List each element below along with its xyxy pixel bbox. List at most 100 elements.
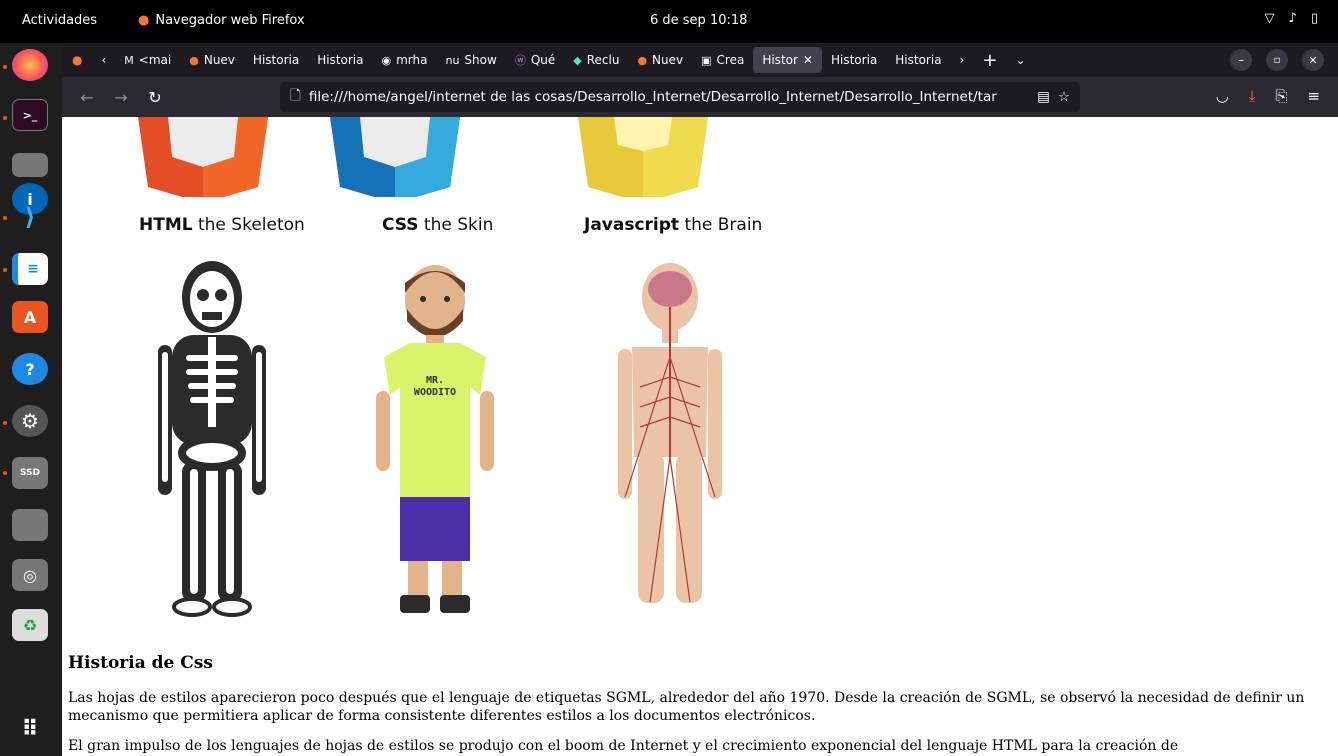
app-name-label: Navegador web Firefox (155, 13, 305, 28)
tab-label: Historia (252, 53, 300, 67)
download-icon[interactable]: ⤓ (1249, 87, 1256, 105)
tab-historia[interactable]: Historia (244, 47, 308, 73)
show-apps-icon[interactable]: ⠿ (12, 713, 48, 745)
firefox-icon: ● (72, 53, 83, 67)
network-icon: ▽ (1264, 11, 1275, 26)
pocket-icon[interactable]: ◡ (1216, 87, 1229, 105)
activities-button[interactable]: Actividades (22, 13, 97, 28)
tab-new[interactable]: ● Nuev (628, 47, 692, 73)
menu-icon[interactable]: ≡ (1307, 87, 1320, 105)
tab-recruit[interactable]: ◆ Reclu (564, 47, 628, 73)
tab-bar: ● ‹ M <mai ● Nuev Historia Historia ◉ mrha … (62, 43, 1338, 77)
reader-view-icon[interactable]: ▤ (1037, 89, 1050, 105)
trash-icon[interactable]: ♻ (12, 609, 48, 641)
clock[interactable]: 6 de sep 10:18 (650, 13, 747, 28)
app-menu[interactable]: ● Navegador web Firefox (138, 13, 305, 28)
chevron-down-icon: ⌄ (1015, 53, 1026, 67)
caption-rest: the Skeleton (192, 215, 305, 235)
tab-scroll-left-button[interactable]: ‹ (92, 47, 115, 73)
tab-historia[interactable]: Historia (886, 47, 950, 73)
minimize-icon[interactable]: – (1230, 49, 1252, 71)
new-tab-button[interactable]: + (973, 47, 1006, 73)
forward-button[interactable]: → (104, 88, 138, 107)
chevron-right-icon: › (959, 53, 965, 67)
system-menu[interactable]: ▽ ♪ ▯ (1265, 11, 1318, 26)
tab-github[interactable]: ◉ mrha (372, 47, 436, 73)
firefox-window: ● ‹ M <mai ● Nuev Historia Historia ◉ mrha … (62, 43, 1338, 756)
tab-label: Show (464, 53, 497, 67)
close-icon[interactable]: ✕ (803, 53, 813, 67)
tab-label: Crea (716, 53, 745, 67)
tab-firefox[interactable]: ● (62, 47, 92, 73)
caption-bold: CSS (382, 215, 419, 235)
nu-icon: nu (445, 53, 460, 67)
tab-label: Nuev (652, 53, 684, 67)
chevron-left-icon: ‹ (101, 53, 107, 67)
html5-logo (138, 117, 268, 197)
reload-button[interactable]: ↻ (138, 88, 172, 107)
tab-new[interactable]: ● Nuev (180, 47, 244, 73)
ssd-drive-icon[interactable]: SSD (12, 457, 48, 489)
nervous-system-illustration (618, 263, 722, 603)
javascript-logo (578, 117, 708, 197)
tab-show[interactable]: nu Show (436, 47, 505, 73)
recruit-icon: ◆ (573, 53, 582, 67)
tab-label: Reclu (586, 53, 620, 67)
tab-active-historia[interactable]: Histor ✕ (753, 47, 822, 73)
bookmark-star-icon[interactable]: ☆ (1058, 89, 1070, 105)
firefox-icon[interactable] (12, 49, 48, 81)
vscode-icon[interactable]: ⟩ (12, 201, 48, 233)
tab-label: Historia (830, 53, 878, 67)
url-bar[interactable]: 🗋 file:///home/angel/internet de las cos… (280, 82, 1080, 112)
running-indicator (3, 216, 7, 220)
extensions-icon[interactable]: ⎘ (1275, 87, 1287, 105)
gmail-icon: M (124, 53, 134, 67)
settings-icon[interactable]: ⚙ (12, 405, 48, 437)
caption-rest: the Skin (418, 215, 494, 235)
tab-que[interactable]: ⓦ Qué (506, 47, 564, 73)
caption-bold: Javascript (584, 215, 680, 235)
url-text[interactable]: file:///home/angel/internet de las cosas… (309, 89, 1029, 105)
firefox-icon: ● (138, 13, 150, 28)
plus-icon: + (982, 49, 998, 71)
paragraph: El gran impulso de los lenguajes de hoja… (68, 738, 1179, 754)
caption-css: CSS the Skin (382, 215, 493, 235)
tab-label: Nuev (203, 53, 235, 67)
page-content: HTML the Skeleton CSS the Skin Javascrip… (62, 117, 1338, 756)
section-title: Historia de Css (68, 653, 213, 673)
tab-historia[interactable]: Historia (308, 47, 372, 73)
terminal-icon[interactable]: >_ (12, 99, 48, 131)
tab-label: Histor (762, 53, 798, 67)
doc-icon: ▣ (701, 53, 712, 67)
file-icon: 🗋 (290, 87, 301, 104)
tab-scroll-right-button[interactable]: › (951, 47, 974, 73)
list-all-tabs-button[interactable]: ⌄ (1006, 47, 1034, 73)
running-indicator (3, 268, 7, 272)
toolbar-right: ◡ ⤓ ⎘ ≡ (1216, 87, 1320, 105)
help-icon[interactable]: ? (12, 353, 48, 385)
tab-label: <mai (138, 53, 172, 67)
tab-label: Historia (317, 53, 364, 67)
optical-drive-icon[interactable]: ◎ (12, 559, 48, 591)
firefox-icon: ● (637, 53, 648, 67)
disk-icon[interactable] (12, 509, 48, 541)
files-icon[interactable] (12, 153, 48, 177)
close-window-icon[interactable]: ✕ (1302, 49, 1324, 71)
running-indicator (3, 116, 7, 120)
back-button[interactable]: ← (70, 88, 104, 107)
navigation-toolbar: ← → ↻ 🗋 file:///home/angel/internet de l… (62, 77, 1338, 117)
caption-bold: HTML (139, 215, 193, 235)
running-indicator (3, 471, 7, 475)
tab-historia[interactable]: Historia (822, 47, 886, 73)
window-controls: – ▫ ✕ (1230, 49, 1324, 71)
paragraph: Las hojas de estilos aparecieron poco de… (68, 690, 1305, 724)
maximize-icon[interactable]: ▫ (1266, 49, 1288, 71)
caption-html: HTML the Skeleton (139, 215, 305, 235)
battery-icon: ▯ (1310, 11, 1318, 26)
libreoffice-writer-icon[interactable]: ≡ (12, 253, 48, 285)
app-center-icon[interactable]: A (12, 301, 48, 333)
dock: >_ i ⟩ ≡ A ? ⚙ SSD ◎ ♻ ⠿ (0, 43, 62, 756)
tab-crea[interactable]: ▣ Crea (692, 47, 753, 73)
tab-mail[interactable]: M <mai (115, 47, 180, 73)
running-indicator (3, 65, 7, 69)
